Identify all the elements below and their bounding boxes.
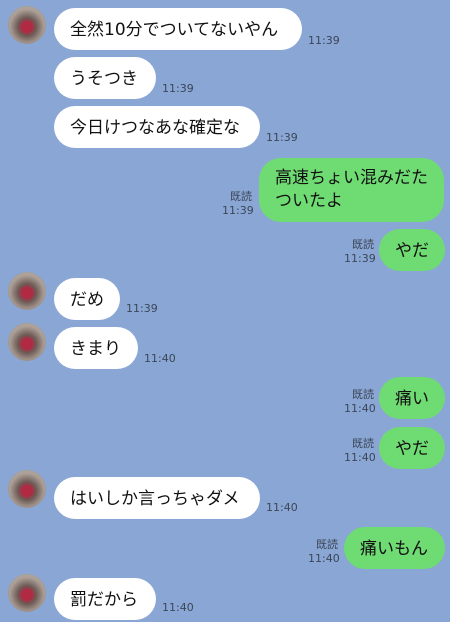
read-receipt: 既読 [230,190,252,203]
message-bubble[interactable]: やだ [379,229,445,271]
message-time: 11:40 [344,402,376,415]
avatar[interactable] [8,470,46,508]
message-text: だめ [70,290,104,310]
message-time: 11:39 [308,34,340,47]
message-bubble[interactable]: はいしか言っちゃダメ [54,477,260,519]
message-time: 11:40 [144,352,176,365]
message-time: 11:40 [266,501,298,514]
avatar[interactable] [8,574,46,612]
message-text: やだ [395,439,429,459]
message-text: きまり [70,339,121,359]
message-bubble[interactable]: 痛い [379,377,445,419]
message-text: 今日けつなあな確定な [70,118,240,138]
read-receipt: 既読 [316,538,338,551]
chat-thread[interactable]: 全然10分でついてないやん 11:39 うそつき 11:39 今日けつなあな確定… [0,0,450,622]
message-text: 罰だから [70,590,138,610]
message-text: やだ [395,241,429,261]
message-bubble[interactable]: 高速ちょい混みだた ついたよ [259,158,444,222]
avatar[interactable] [8,323,46,361]
message-text: 全然10分でついてないやん [70,20,279,40]
message-bubble[interactable]: うそつき [54,57,156,99]
message-time: 11:39 [266,131,298,144]
message-time: 11:40 [308,552,340,565]
message-bubble[interactable]: きまり [54,327,138,369]
avatar[interactable] [8,6,46,44]
read-receipt: 既読 [352,437,374,450]
message-bubble[interactable]: 罰だから [54,578,156,620]
message-text-line: 高速ちょい混みだた [275,168,428,188]
avatar[interactable] [8,272,46,310]
message-bubble[interactable]: 痛いもん [344,527,445,569]
read-receipt: 既読 [352,388,374,401]
message-bubble[interactable]: やだ [379,427,445,469]
message-time: 11:39 [344,252,376,265]
message-time: 11:39 [126,302,158,315]
message-time: 11:40 [344,451,376,464]
message-bubble[interactable]: 今日けつなあな確定な [54,106,260,148]
message-time: 11:40 [162,601,194,614]
message-time: 11:39 [222,204,254,217]
message-text: 痛い [395,389,429,409]
read-receipt: 既読 [352,238,374,251]
message-text-line: ついたよ [275,191,343,211]
message-bubble[interactable]: だめ [54,278,120,320]
message-bubble[interactable]: 全然10分でついてないやん [54,8,302,50]
message-text: はいしか言っちゃダメ [70,489,240,509]
message-text: うそつき [70,69,138,89]
message-text: 痛いもん [360,539,428,559]
message-time: 11:39 [162,82,194,95]
